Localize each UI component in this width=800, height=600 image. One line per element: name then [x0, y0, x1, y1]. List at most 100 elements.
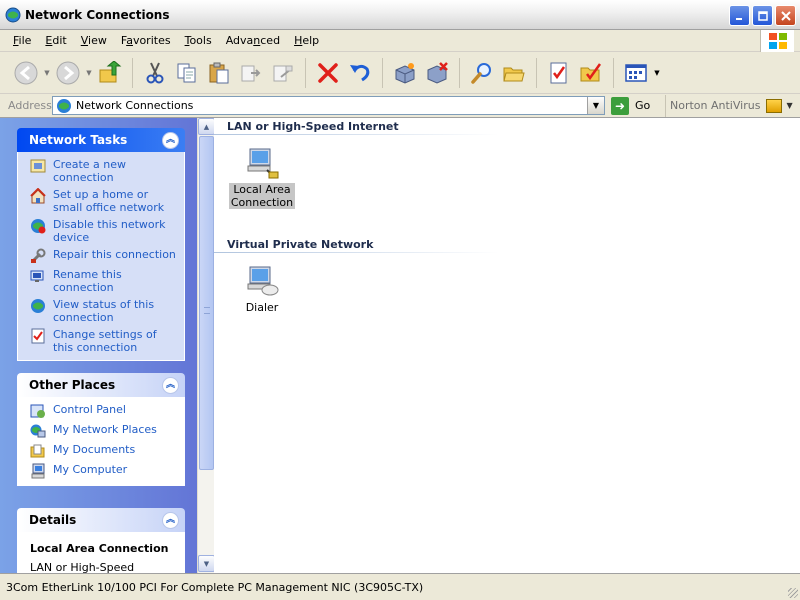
norton-label: Norton AntiVirus — [670, 99, 761, 112]
norton-dropdown-icon[interactable]: ▼ — [786, 101, 792, 110]
menu-favorites[interactable]: Favorites — [114, 30, 178, 52]
network-places-icon — [30, 424, 46, 438]
copy-to-button[interactable] — [267, 57, 299, 89]
connection-local-area[interactable]: Local Area Connection — [227, 146, 297, 209]
computer-icon — [31, 463, 45, 479]
menu-advanced[interactable]: Advanced — [219, 30, 287, 52]
folder-options-icon — [580, 62, 602, 81]
copy-button[interactable] — [171, 57, 203, 89]
task-rename-connection[interactable]: Rename this connection — [30, 268, 180, 294]
group-header-vpn: Virtual Private Network — [227, 238, 374, 251]
undo-button[interactable] — [344, 57, 376, 89]
paste-icon — [209, 62, 229, 83]
chevron-down-icon: ▼ — [592, 101, 600, 110]
forward-button[interactable] — [52, 57, 84, 89]
details-header[interactable]: Details ︽ — [17, 508, 185, 532]
go-button[interactable]: ➜ Go — [611, 96, 663, 115]
collapse-icon[interactable]: ︽ — [162, 131, 179, 149]
chevron-down-icon: ▼ — [203, 559, 210, 568]
connections-view: LAN or High-Speed Internet Local Area Con… — [214, 118, 800, 573]
network-tasks-header[interactable]: Network Tasks ︽ — [17, 128, 185, 152]
back-icon — [14, 61, 38, 84]
back-dropdown-icon[interactable]: ▼ — [42, 69, 52, 77]
folder-options-button[interactable] — [575, 57, 607, 89]
toolbar-separator — [613, 57, 614, 88]
scroll-up-button[interactable]: ▲ — [198, 118, 215, 135]
views-button[interactable] — [620, 57, 652, 89]
folders-button[interactable] — [498, 57, 530, 89]
paste-button[interactable] — [203, 57, 235, 89]
maximize-icon — [757, 10, 768, 21]
group-divider — [214, 252, 499, 253]
delete-icon — [318, 62, 338, 83]
disconnect-button[interactable] — [421, 57, 453, 89]
norton-antivirus-toolbar[interactable]: Norton AntiVirus ▼ — [665, 94, 793, 117]
properties-button[interactable] — [389, 57, 421, 89]
collapse-icon[interactable]: ︽ — [162, 511, 179, 529]
task-change-settings[interactable]: Change settings of this connection — [30, 328, 180, 354]
task-home-network[interactable]: Set up a home or small office network — [30, 188, 180, 214]
up-button[interactable] — [94, 57, 126, 89]
forward-icon — [56, 61, 80, 84]
task-pane-scrollbar[interactable]: ▲ ▼ — [197, 118, 215, 573]
place-control-panel[interactable]: Control Panel — [30, 403, 180, 419]
copy-icon — [177, 63, 196, 82]
menu-file[interactable]: File — [6, 30, 38, 52]
panel-title: Details — [29, 513, 77, 527]
delete-button[interactable] — [312, 57, 344, 89]
group-divider — [214, 134, 499, 135]
resize-grip-icon[interactable] — [788, 588, 798, 598]
task-create-connection[interactable]: Create a new connection — [30, 158, 180, 184]
close-icon — [780, 10, 791, 21]
address-dropdown-button[interactable]: ▼ — [587, 97, 604, 114]
task-repair-connection[interactable]: Repair this connection — [30, 248, 180, 264]
minimize-button[interactable] — [729, 5, 750, 26]
other-places-panel: Other Places ︽ Control Panel My Network … — [17, 373, 185, 486]
task-view-status[interactable]: View status of this connection — [30, 298, 180, 324]
home-network-icon — [30, 188, 46, 204]
title-bar[interactable]: Network Connections — [0, 0, 800, 30]
menu-view[interactable]: View — [74, 30, 114, 52]
checklist-icon — [550, 62, 567, 83]
go-arrow-icon: ➜ — [611, 96, 629, 115]
place-my-network-places[interactable]: My Network Places — [30, 423, 180, 439]
task-disable-device[interactable]: Disable this network device — [30, 218, 180, 244]
views-dropdown-icon[interactable]: ▼ — [652, 69, 662, 77]
menu-help[interactable]: Help — [287, 30, 326, 52]
toolbar-separator — [382, 57, 383, 88]
properties-icon — [395, 62, 415, 84]
menu-edit[interactable]: Edit — [38, 30, 73, 52]
scroll-thumb[interactable] — [199, 136, 214, 470]
menu-tools[interactable]: Tools — [178, 30, 219, 52]
cut-button[interactable] — [139, 57, 171, 89]
toolbar-separator — [305, 57, 306, 88]
place-my-computer[interactable]: My Computer — [30, 463, 180, 479]
network-connections-icon — [57, 98, 71, 113]
network-tasks-panel: Network Tasks ︽ Create a new connection … — [17, 128, 185, 361]
move-to-button[interactable] — [235, 57, 267, 89]
status-bar: 3Com EtherLink 10/100 PCI For Complete P… — [0, 573, 800, 600]
chevron-up-icon: ▲ — [203, 122, 210, 131]
other-places-header[interactable]: Other Places ︽ — [17, 373, 185, 397]
search-button[interactable] — [466, 57, 498, 89]
close-button[interactable] — [775, 5, 796, 26]
back-button[interactable] — [10, 57, 42, 89]
rename-icon — [30, 270, 44, 282]
windows-logo-icon — [760, 30, 794, 52]
scroll-down-button[interactable]: ▼ — [198, 555, 215, 572]
panel-title: Other Places — [29, 378, 116, 392]
up-folder-icon — [99, 60, 122, 82]
task-pane: Network Tasks ︽ Create a new connection … — [0, 118, 197, 573]
toolbar: ▼ ▼ ▼ — [0, 52, 800, 94]
folders-icon — [503, 67, 525, 81]
panel-title: Network Tasks — [29, 133, 128, 147]
place-my-documents[interactable]: My Documents — [30, 443, 180, 459]
new-connection-icon — [30, 159, 46, 173]
maximize-button[interactable] — [752, 5, 773, 26]
undo-icon — [350, 64, 370, 81]
checklist-button[interactable] — [543, 57, 575, 89]
collapse-icon[interactable]: ︽ — [162, 376, 179, 394]
connection-dialer[interactable]: Dialer — [227, 264, 297, 314]
forward-dropdown-icon[interactable]: ▼ — [84, 69, 94, 77]
address-input[interactable]: Network Connections ▼ — [52, 96, 605, 115]
